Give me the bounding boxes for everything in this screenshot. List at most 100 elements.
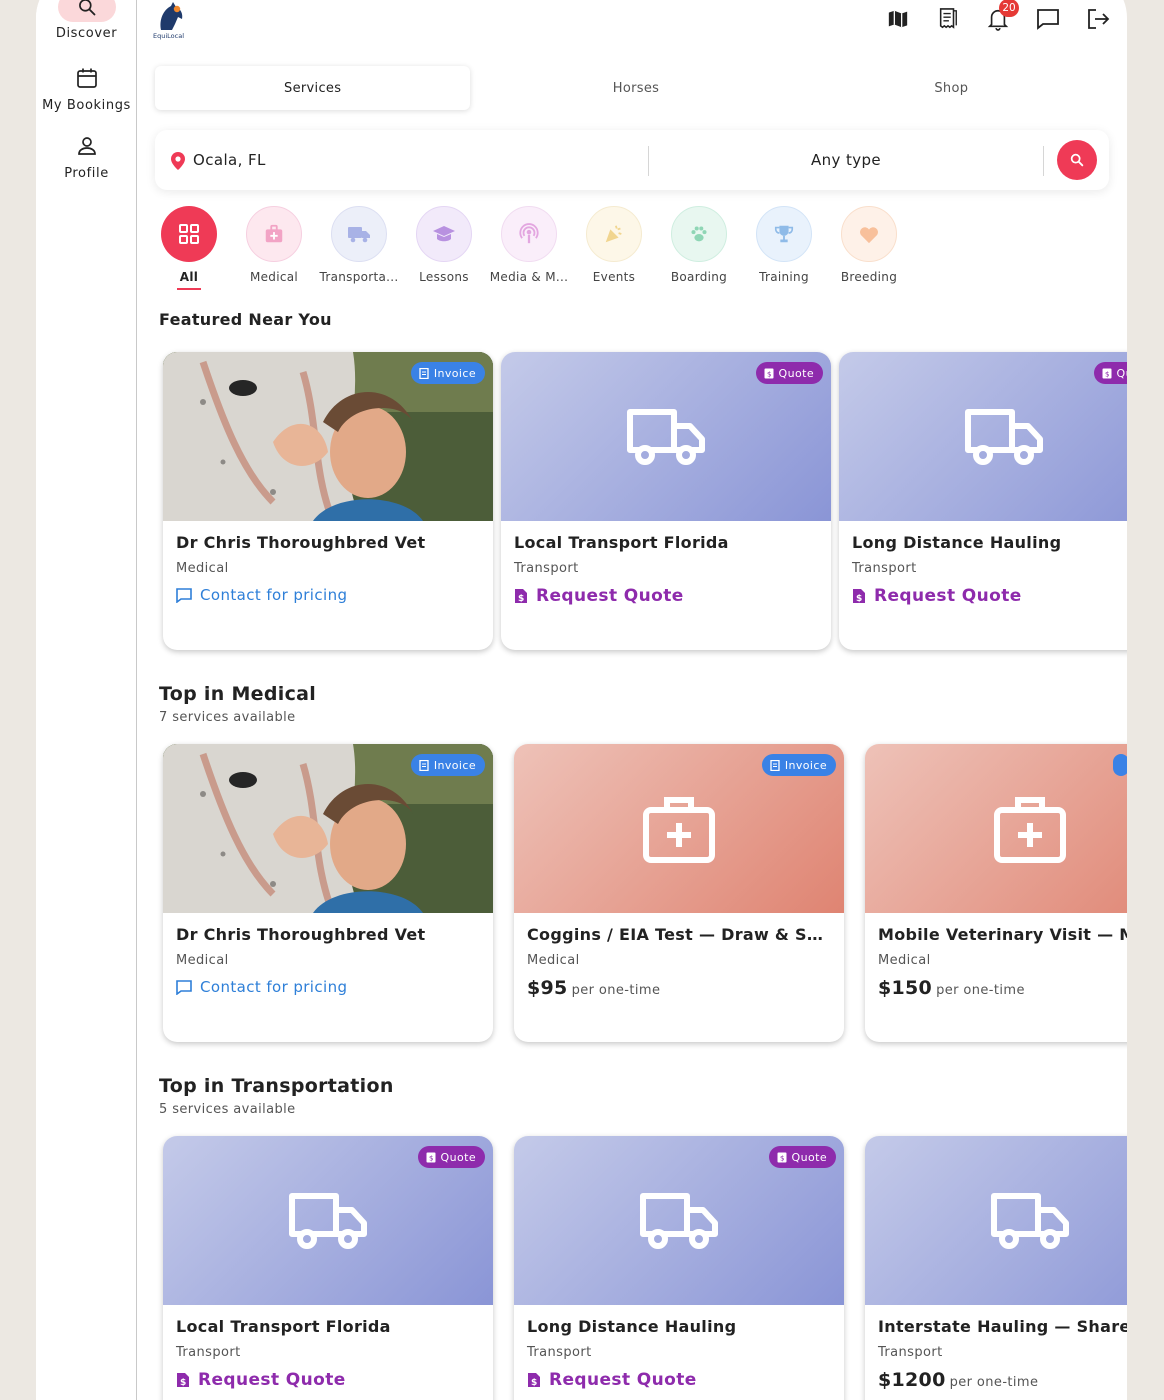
category-all[interactable]: All xyxy=(161,206,217,290)
chat-bubble-icon xyxy=(176,587,192,603)
category-medical[interactable]: Medical xyxy=(246,206,302,290)
card-thumbnail xyxy=(865,1136,1127,1305)
price-amount: $1200 xyxy=(878,1369,946,1391)
main-tabs: Services Horses Shop xyxy=(155,66,1109,110)
service-card[interactable]: Interstate Hauling — Shared Lo Transport… xyxy=(865,1136,1127,1400)
category-active-indicator xyxy=(177,288,201,290)
logout-icon xyxy=(1088,9,1110,29)
badge-label: Invoice xyxy=(784,758,827,772)
nav-my-bookings[interactable]: My Bookings xyxy=(36,66,137,113)
price-amount: $95 xyxy=(527,977,568,999)
category-training[interactable]: Training xyxy=(756,206,812,290)
category-filter-bar: All Medical Transporta... Lessons Media … xyxy=(161,206,897,290)
category-label: Transporta... xyxy=(319,270,399,284)
service-title: Long Distance Hauling xyxy=(852,533,1062,552)
invoice-icon xyxy=(770,759,780,771)
chat-bubble-icon xyxy=(1037,9,1059,30)
truck-icon xyxy=(331,206,387,262)
truck-icon xyxy=(289,1192,367,1249)
search-bar: Ocala, FL Any type xyxy=(155,130,1109,190)
location-field[interactable]: Ocala, FL xyxy=(193,151,266,169)
action-label: Contact for pricing xyxy=(200,978,348,996)
category-breeding[interactable]: Breeding xyxy=(841,206,897,290)
truck-icon xyxy=(991,1192,1069,1249)
service-card[interactable]: Invoice Dr Chris Thoroughbred Vet Medica… xyxy=(163,352,493,650)
svg-text:$: $ xyxy=(180,1378,187,1388)
medical-kit-icon xyxy=(246,206,302,262)
app-logo[interactable]: EquiLocal xyxy=(153,0,191,40)
search-icon xyxy=(57,0,116,22)
category-events[interactable]: Events xyxy=(586,206,642,290)
tab-services[interactable]: Services xyxy=(155,66,471,110)
search-button[interactable] xyxy=(1057,140,1097,180)
tab-shop[interactable]: Shop xyxy=(794,66,1109,110)
service-type-select[interactable]: Any type xyxy=(649,151,1043,169)
navigation-rail: Discover My Bookings Profile xyxy=(36,0,137,1400)
category-label: Breeding xyxy=(840,270,898,284)
tab-horses[interactable]: Horses xyxy=(478,66,793,110)
badge-label: Quote xyxy=(440,1150,476,1164)
service-card[interactable]: $ Quote Local Transport Florida Transpor… xyxy=(163,1136,493,1400)
graduation-cap-icon xyxy=(416,206,472,262)
price-unit: per one-time xyxy=(936,983,1025,998)
map-button[interactable] xyxy=(885,6,911,32)
nav-discover-label: Discover xyxy=(55,26,118,41)
service-card[interactable]: Invoice Dr Chris Thoroughbred Vet Medica… xyxy=(163,744,493,1042)
quote-badge: $ Quote xyxy=(755,362,823,384)
action-label: Request Quote xyxy=(549,1370,697,1390)
section-title-transportation: Top in Transportation xyxy=(159,1075,394,1097)
request-quote-button[interactable]: $ Request Quote xyxy=(527,1370,831,1390)
vet-horse-photo: Invoice xyxy=(163,744,493,913)
quote-doc-icon: $ xyxy=(1102,368,1112,378)
request-quote-button[interactable]: $ Request Quote xyxy=(514,586,818,606)
grid-icon xyxy=(161,206,217,262)
quote-doc-icon: $ xyxy=(515,589,527,604)
card-thumbnail: $ Quote xyxy=(501,352,831,521)
service-price: $1200 per one-time xyxy=(878,1369,1127,1391)
nav-profile[interactable]: Profile xyxy=(36,134,137,181)
service-card[interactable]: $ Quote Long Distance Hauling Transport … xyxy=(839,352,1127,650)
messages-button[interactable] xyxy=(1035,6,1061,32)
request-quote-button[interactable]: $ Request Quote xyxy=(176,1370,480,1390)
chat-bubble-icon xyxy=(176,979,192,995)
notifications-button[interactable]: 20 xyxy=(985,0,1019,32)
card-thumbnail: $ Quote xyxy=(163,1136,493,1305)
nav-discover[interactable]: Discover xyxy=(36,0,137,41)
service-card[interactable]: $ Quote Local Transport Florida Transpor… xyxy=(501,352,831,650)
invoice-badge xyxy=(1113,754,1127,776)
service-card[interactable]: $ Quote Long Distance Hauling Transport … xyxy=(514,1136,844,1400)
invoice-badge: Invoice xyxy=(761,754,836,776)
truck-icon xyxy=(965,408,1043,465)
service-category: Medical xyxy=(176,561,229,576)
card-thumbnail: $ Quote xyxy=(514,1136,844,1305)
category-label: Events xyxy=(592,270,636,284)
nav-profile-label: Profile xyxy=(64,166,109,181)
service-title: Dr Chris Thoroughbred Vet xyxy=(176,925,426,944)
service-card[interactable]: Invoice Coggins / EIA Test — Draw & Sub m… xyxy=(514,744,844,1042)
notification-count-badge: 20 xyxy=(999,0,1019,17)
location-pin-icon xyxy=(171,152,185,170)
map-icon xyxy=(888,10,908,28)
medical-kit-icon xyxy=(643,796,715,863)
invoice-icon xyxy=(419,367,429,379)
category-lessons[interactable]: Lessons xyxy=(416,206,472,290)
request-quote-button[interactable]: $ Request Quote xyxy=(852,586,1127,606)
service-title: Local Transport Florida xyxy=(514,533,729,552)
logout-button[interactable] xyxy=(1085,6,1111,32)
category-media[interactable]: Media & M... xyxy=(490,206,568,290)
service-category: Transport xyxy=(852,561,917,576)
badge-label: Quote xyxy=(1116,366,1127,380)
service-title: Mobile Veterinary Visit — Mari xyxy=(878,925,1127,944)
app-frame: Discover My Bookings Profile EquiLocal 2… xyxy=(36,0,1127,1400)
featured-row: Invoice Dr Chris Thoroughbred Vet Medica… xyxy=(163,352,1127,652)
svg-text:$: $ xyxy=(1105,370,1110,378)
contact-for-pricing-link[interactable]: Contact for pricing xyxy=(176,978,480,996)
contact-for-pricing-link[interactable]: Contact for pricing xyxy=(176,586,480,604)
category-transportation[interactable]: Transporta... xyxy=(319,206,398,290)
service-card[interactable]: Mobile Veterinary Visit — Mari Medical $… xyxy=(865,744,1127,1042)
transport-row: $ Quote Local Transport Florida Transpor… xyxy=(163,1136,1127,1400)
service-category: Medical xyxy=(176,953,229,968)
category-boarding[interactable]: Boarding xyxy=(671,206,727,290)
receipt-button[interactable] xyxy=(935,6,961,32)
category-label: Boarding xyxy=(670,270,728,284)
